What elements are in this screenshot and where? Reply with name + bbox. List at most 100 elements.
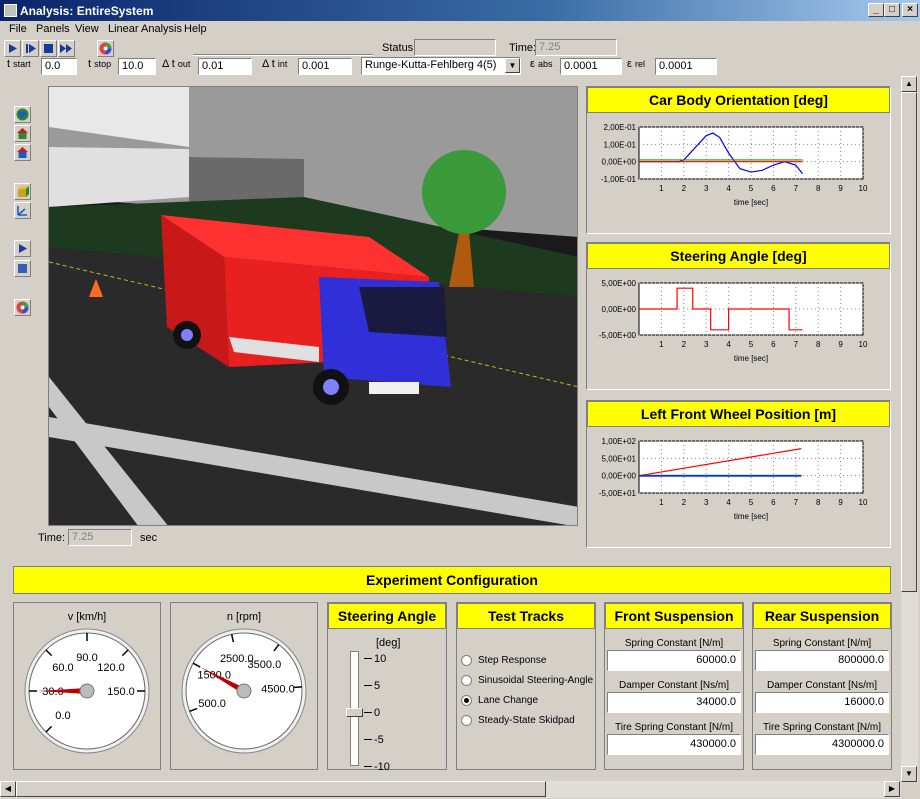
chart-title: Car Body Orientation [deg] (587, 87, 890, 113)
y-tick-label: -1,00E-01 (601, 175, 637, 184)
gauge-tick-label: 120.0 (97, 662, 125, 674)
x-tick-label: 3 (704, 498, 709, 507)
radio-button[interactable] (461, 655, 472, 666)
front-spring-input[interactable]: 60000.0 (607, 650, 741, 671)
y-tick-label: 1,00E+02 (602, 437, 637, 446)
solver-select[interactable]: Runge-Kutta-Fehlberg 4(5) ▼ (361, 57, 521, 75)
menu-linear-analysis[interactable]: Linear Analysis (108, 23, 182, 35)
dtint-label: Δ t int (262, 58, 288, 70)
rear-spring-input[interactable]: 800000.0 (755, 650, 889, 671)
scroll-down-icon[interactable]: ▼ (901, 766, 917, 782)
vertical-scrollbar[interactable]: ▲ ▼ (901, 76, 918, 782)
radio-button[interactable] (461, 715, 472, 726)
rear-tire-label: Tire Spring Constant [N/m] (762, 722, 881, 733)
chevron-down-icon[interactable]: ▼ (505, 58, 520, 73)
x-tick-label: 10 (859, 498, 868, 507)
truck-scene (49, 87, 577, 525)
track-option[interactable]: Steady-State Skidpad (461, 715, 575, 726)
horizontal-scroll-thumb[interactable] (16, 781, 546, 797)
track-option[interactable]: Sinusoidal Steering-Angle (461, 675, 593, 686)
chart-steering: 5,00E+00 0,00E+00 -5,00E+00 1 2 3 4 5 6 7 8 9 10 time… (599, 279, 868, 363)
play-button[interactable] (4, 40, 21, 57)
view-time-unit: sec (140, 532, 158, 544)
3d-view[interactable] (48, 86, 578, 526)
x-tick-label: 1 (659, 340, 664, 349)
view-home-button[interactable] (14, 125, 31, 142)
title-bar: Analysis: EntireSystem _ □ × (0, 0, 920, 21)
x-tick-label: 1 (659, 498, 664, 507)
horizontal-scrollbar[interactable]: ◀ ▶ (0, 781, 901, 798)
track-option[interactable]: Step Response (461, 655, 546, 666)
y-tick-label: 5,00E+00 (602, 279, 637, 288)
x-tick-label: 9 (838, 340, 843, 349)
stop-icon (44, 44, 53, 53)
gauge-n-panel: n [rpm] 500.01500.02500.03500.04500.0 (170, 602, 318, 770)
track-option-label: Lane Change (478, 695, 539, 707)
erel-input[interactable]: 0.0001 (655, 58, 717, 75)
steering-panel: Steering Angle [deg] 10 5 0 -5 -10 (327, 602, 447, 773)
chart-title: Left Front Wheel Position [m] (587, 401, 890, 427)
dtout-input[interactable]: 0.01 (198, 58, 252, 75)
tree-icon (422, 150, 506, 234)
slider-tick-label: 5 (374, 680, 381, 692)
rear-spring-label: Spring Constant [N/m] (772, 638, 872, 649)
y-tick-label: 0,00E+00 (602, 305, 637, 314)
radio-button[interactable] (461, 695, 472, 706)
view-house-button[interactable] (14, 144, 31, 161)
step-button[interactable] (22, 40, 39, 57)
rear-suspension-panel: Rear Suspension Spring Constant [N/m] 80… (752, 602, 892, 770)
tstop-input[interactable]: 10.0 (118, 58, 156, 75)
slider-tick (364, 712, 372, 713)
front-damper-input[interactable]: 34000.0 (607, 692, 741, 713)
menu-help[interactable]: Help (184, 23, 207, 35)
track-option[interactable]: Lane Change (461, 695, 538, 706)
house-icon (17, 147, 28, 158)
slider-tick-label: -5 (374, 734, 384, 746)
view-globe-button[interactable] (14, 106, 31, 123)
menu-view[interactable]: View (75, 23, 99, 35)
time-field: 7.25 (535, 39, 617, 56)
rear-tire-input[interactable]: 4300000.0 (755, 734, 889, 755)
speed-gauge: 0.030.060.090.0120.0150.0 (24, 628, 150, 754)
eabs-input[interactable]: 0.0001 (560, 58, 622, 75)
view-cube-button[interactable] (14, 183, 31, 200)
front-tire-input[interactable]: 430000.0 (607, 734, 741, 755)
gauge-hub (79, 683, 95, 699)
dtint-input[interactable]: 0.001 (298, 58, 352, 75)
scroll-up-icon[interactable]: ▲ (901, 76, 917, 92)
rear-damper-input[interactable]: 16000.0 (755, 692, 889, 713)
gauge-tick-label: 0.0 (55, 710, 70, 722)
slider-tick (364, 685, 372, 686)
view-axes-button[interactable] (14, 202, 31, 219)
stop-button[interactable] (40, 40, 57, 57)
tstart-input[interactable]: 0.0 (41, 58, 77, 75)
scroll-right-icon[interactable]: ▶ (884, 781, 900, 797)
menu-bar: File Panels View Linear Analysis Help (0, 21, 920, 39)
y-tick-label: -5,00E+01 (599, 489, 637, 498)
fast-forward-button[interactable] (58, 40, 75, 57)
x-tick-label: 3 (704, 340, 709, 349)
anim-color-button[interactable] (14, 299, 31, 316)
menu-file[interactable]: File (9, 23, 27, 35)
anim-stop-button[interactable] (14, 260, 31, 277)
y-tick-label: 0,00E+00 (602, 472, 637, 481)
front-spring-label: Spring Constant [N/m] (624, 638, 724, 649)
maximize-button[interactable]: □ (884, 3, 900, 17)
scroll-left-icon[interactable]: ◀ (0, 781, 16, 797)
rear-suspension-title: Rear Suspension (753, 603, 891, 629)
gauge-tick-label: 3500.0 (248, 659, 282, 671)
front-tire-label: Tire Spring Constant [N/m] (614, 722, 733, 733)
color-wheel-button[interactable] (97, 40, 114, 57)
menu-panels[interactable]: Panels (36, 23, 70, 35)
x-tick-label: 9 (838, 184, 843, 193)
vertical-scroll-thumb[interactable] (901, 92, 917, 592)
steering-slider-thumb[interactable] (346, 708, 363, 717)
home-icon (17, 128, 28, 139)
x-axis-label: time [sec] (734, 512, 768, 521)
anim-play-button[interactable] (14, 240, 31, 257)
close-button[interactable]: × (902, 3, 918, 17)
stop-icon (18, 264, 27, 273)
x-tick-label: 10 (859, 340, 868, 349)
minimize-button[interactable]: _ (868, 3, 884, 17)
radio-button[interactable] (461, 675, 472, 686)
